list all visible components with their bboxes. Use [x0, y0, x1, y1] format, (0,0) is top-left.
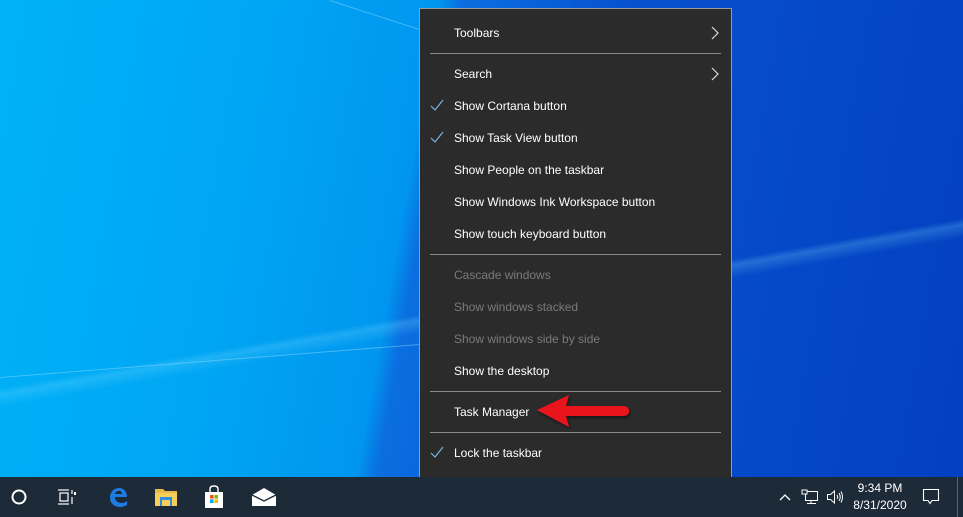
task-view-icon — [58, 489, 76, 505]
checkmark-icon — [430, 99, 444, 111]
menu-item-label: Show Windows Ink Workspace button — [454, 195, 656, 209]
task-view-button[interactable] — [43, 477, 91, 517]
network-icon — [801, 489, 818, 504]
mail-icon — [251, 488, 277, 506]
chevron-right-icon — [711, 26, 719, 40]
menu-item-toolbars[interactable]: Toolbars — [420, 18, 731, 48]
network-button[interactable] — [798, 477, 822, 517]
clock-time: 9:34 PM — [857, 481, 903, 495]
menu-item-cascade-windows: Cascade windows — [420, 260, 731, 290]
menu-item-label: Search — [454, 67, 493, 81]
menu-item-show-touch-keyboard[interactable]: Show touch keyboard button — [420, 219, 731, 249]
menu-item-show-ink-workspace[interactable]: Show Windows Ink Workspace button — [420, 187, 731, 217]
menu-item-label: Lock the taskbar — [454, 446, 543, 460]
wallpaper-light-streak — [0, 342, 439, 378]
chevron-up-icon — [779, 494, 791, 501]
menu-item-show-the-desktop[interactable]: Show the desktop — [420, 356, 731, 386]
menu-separator — [430, 53, 721, 54]
menu-item-show-people[interactable]: Show People on the taskbar — [420, 155, 731, 185]
menu-item-show-windows-stacked: Show windows stacked — [420, 292, 731, 322]
menu-item-label: Toolbars — [454, 26, 500, 40]
menu-item-search[interactable]: Search — [420, 59, 731, 89]
menu-item-label: Show Task View button — [454, 131, 578, 145]
menu-item-label: Show People on the taskbar — [454, 163, 605, 177]
menu-item-label: Show windows stacked — [454, 300, 579, 314]
menu-separator — [430, 391, 721, 392]
menu-item-label: Task Manager — [454, 405, 530, 419]
mail-taskbar-button[interactable] — [240, 477, 288, 517]
store-bag-icon — [205, 485, 223, 508]
folder-icon — [155, 489, 177, 506]
taskbar: 9:34 PM 8/31/2020 — [0, 477, 963, 517]
menu-separator — [430, 254, 721, 255]
show-hidden-icons-button[interactable] — [775, 477, 795, 517]
clock-date: 8/31/2020 — [853, 498, 907, 512]
cortana-button[interactable] — [0, 477, 43, 517]
volume-icon — [827, 489, 843, 505]
checkmark-icon — [430, 131, 444, 143]
microsoft-store-taskbar-button[interactable] — [190, 477, 238, 517]
menu-item-label: Show touch keyboard button — [454, 227, 607, 241]
menu-item-label: Show windows side by side — [454, 332, 601, 346]
menu-separator — [430, 432, 721, 433]
chevron-right-icon — [711, 67, 719, 81]
file-explorer-taskbar-button[interactable] — [142, 477, 190, 517]
action-center-icon — [922, 488, 940, 505]
checkmark-icon — [430, 446, 444, 458]
taskbar-context-menu: Toolbars Search Show Cortana button Show… — [419, 8, 732, 510]
show-desktop-button[interactable] — [957, 477, 958, 517]
action-center-button[interactable] — [916, 477, 946, 517]
menu-item-label: Show Cortana button — [454, 99, 567, 113]
cortana-circle-icon — [11, 489, 27, 505]
menu-item-show-task-view-button[interactable]: Show Task View button — [420, 123, 731, 153]
menu-item-label: Cascade windows — [454, 268, 551, 282]
menu-item-lock-the-taskbar[interactable]: Lock the taskbar — [420, 438, 731, 468]
volume-button[interactable] — [823, 477, 847, 517]
annotation-arrow — [537, 395, 629, 427]
edge-taskbar-button[interactable] — [94, 477, 142, 517]
taskbar-clock[interactable]: 9:34 PM 8/31/2020 — [848, 480, 912, 514]
edge-icon — [110, 488, 127, 507]
menu-item-label: Show the desktop — [454, 364, 550, 378]
menu-item-show-cortana-button[interactable]: Show Cortana button — [420, 91, 731, 121]
menu-item-show-windows-side-by-side: Show windows side by side — [420, 324, 731, 354]
